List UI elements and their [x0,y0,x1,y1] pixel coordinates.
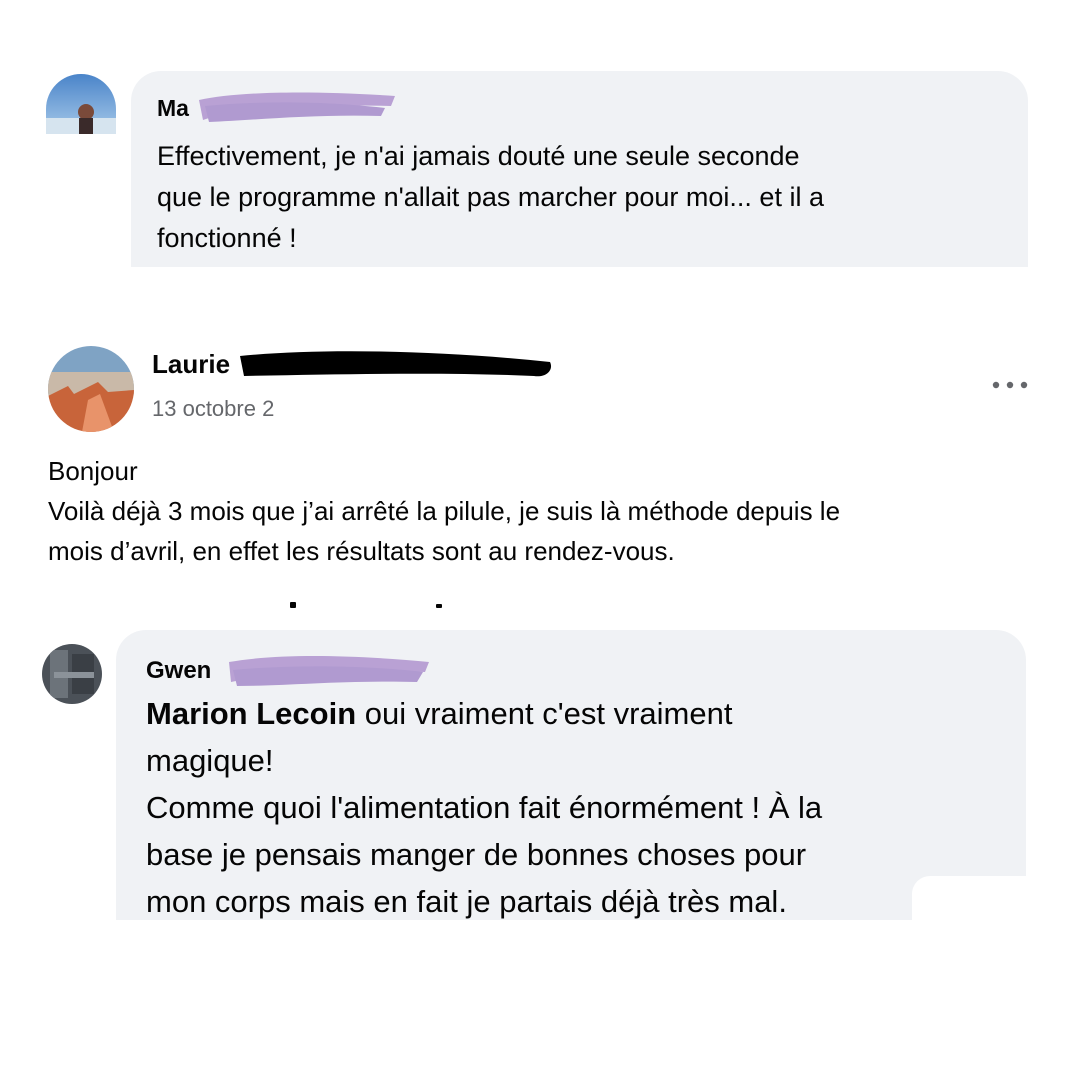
comment-author[interactable]: Gwen [146,657,211,685]
comment-author[interactable]: Ma [157,95,189,122]
cropped-text-fragment [436,604,442,608]
post-body: Bonjour Voilà déjà 3 mois que j’ai arrêt… [48,456,841,566]
avatar[interactable] [48,346,134,432]
more-options-button[interactable] [990,372,1030,398]
comment-text: Effectivement, je n'ai jamais douté une … [157,141,824,253]
avatar[interactable] [42,644,102,704]
redaction-mark [199,92,395,122]
cropped-text-fragment [290,602,296,608]
redaction-mark [229,656,429,686]
user-mention-link[interactable]: Marion Lecoin [146,696,356,731]
comment-text: Marion Lecoin oui vraiment c'est vraimen… [146,696,823,919]
avatar[interactable] [46,74,116,134]
white-mask [912,876,1032,926]
post-author[interactable]: Laurie [152,349,230,380]
post-date[interactable]: 13 octobre 2 [152,396,274,422]
redaction-mark [240,351,552,377]
more-horizontal-icon [992,381,1028,389]
